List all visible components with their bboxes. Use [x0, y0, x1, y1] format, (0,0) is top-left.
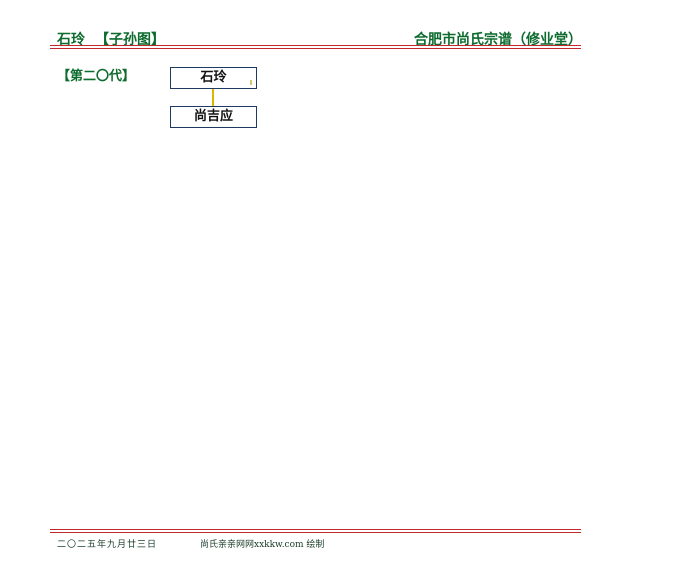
- footer-rule-top: [50, 529, 581, 530]
- tree-node-child[interactable]: 尚吉应: [170, 106, 257, 128]
- footer-credit: 尚氏亲亲网网xxkkw.com 绘制: [200, 540, 325, 550]
- footer-date: 二〇二五年九月廿三日: [57, 540, 158, 550]
- tree-node-root[interactable]: 石玲 ⇓: [170, 67, 257, 89]
- tree-node-root-name: 石玲: [200, 70, 227, 85]
- generation-label: 【第二〇代】: [57, 69, 136, 84]
- genealogy-title: 合肥市尚氏宗谱（修业堂）: [414, 32, 582, 48]
- header-rule-top: [50, 45, 581, 46]
- page-title: 石玲 【子孙图】: [57, 29, 165, 49]
- header-rule-bottom: [50, 48, 581, 49]
- expand-marker-icon[interactable]: ⇓: [248, 80, 254, 87]
- tree-connector-line: [212, 89, 214, 106]
- footer-rule-bottom: [50, 532, 581, 533]
- tree-node-child-name: 尚吉应: [193, 109, 233, 124]
